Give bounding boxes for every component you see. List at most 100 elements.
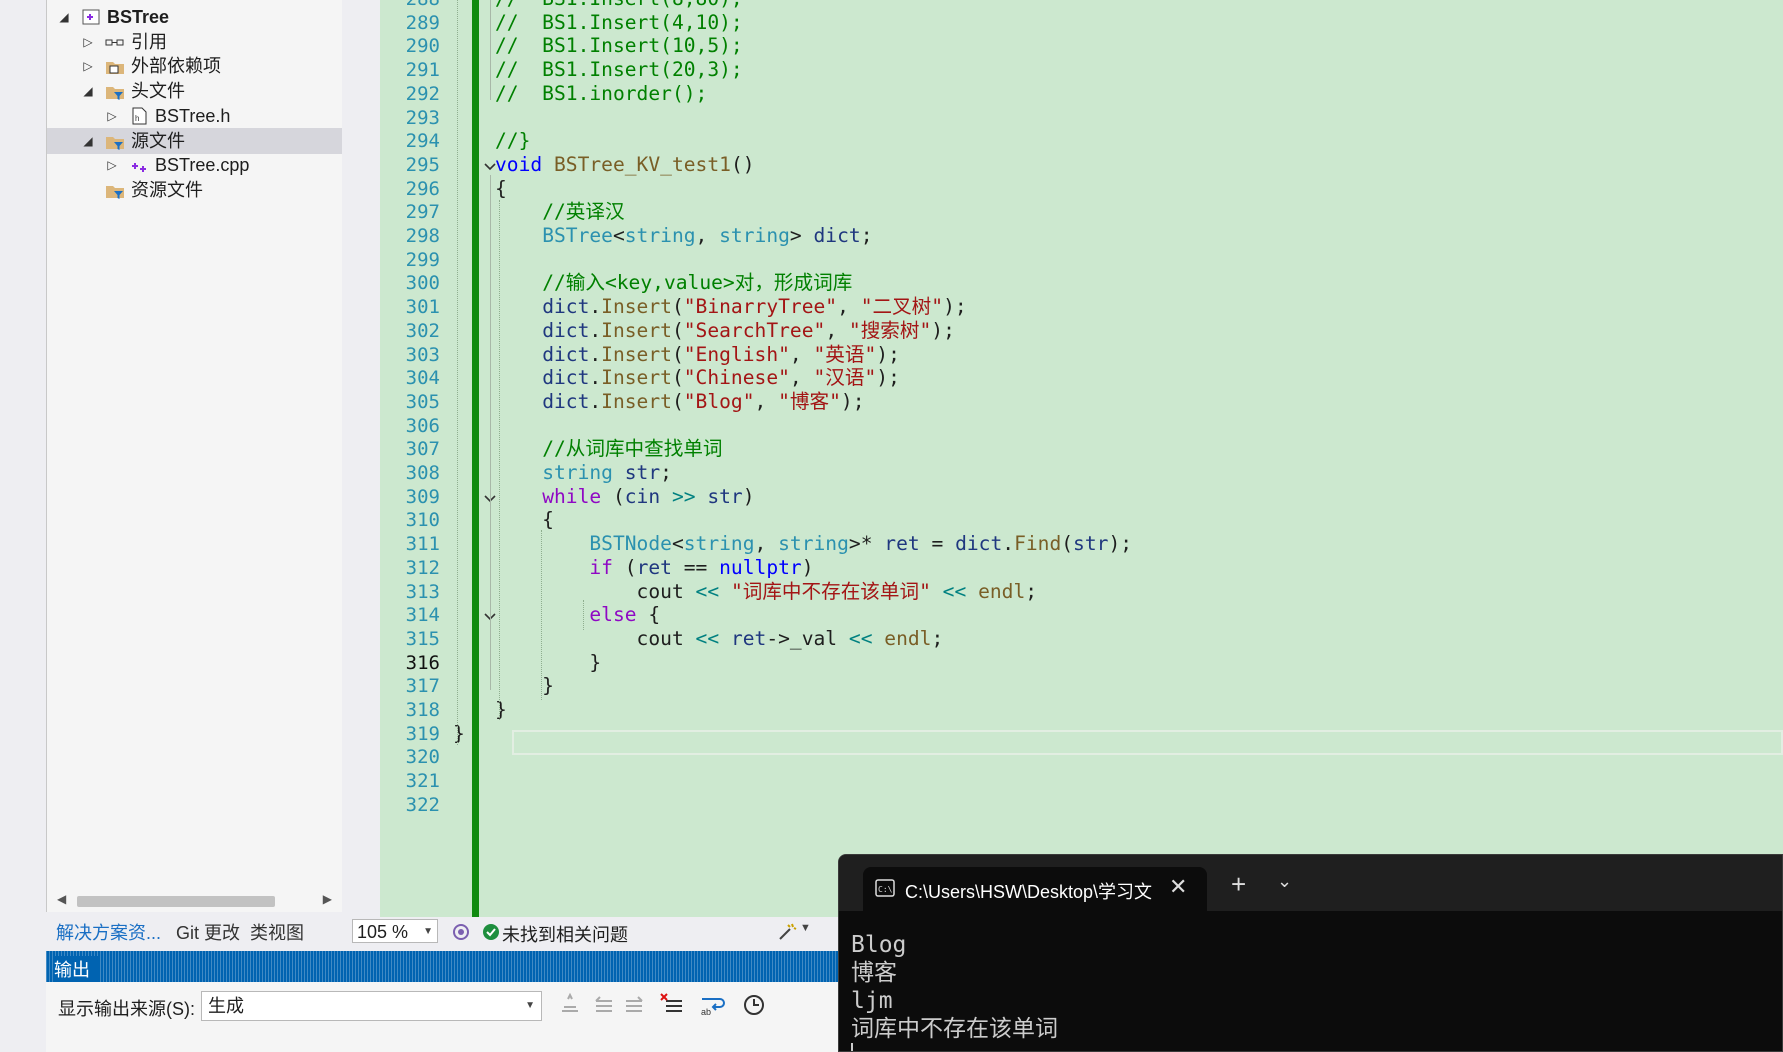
clear-all-icon[interactable] — [658, 991, 686, 1019]
code-token: nullptr — [719, 555, 802, 579]
code-editor[interactable]: 2882892902912922932942952962972982993003… — [380, 0, 1783, 917]
tree-item[interactable]: ▷ 引用 — [47, 29, 342, 55]
code-line[interactable]: } — [495, 697, 507, 723]
previous-message-icon[interactable] — [590, 991, 618, 1019]
clock-icon[interactable] — [740, 991, 768, 1019]
code-line[interactable]: //输入<key,value>对，形成词库 — [495, 270, 852, 296]
horizontal-scrollbar[interactable]: ◀ ▶ — [51, 892, 338, 908]
code-line[interactable]: } — [453, 721, 465, 747]
code-line[interactable]: void BSTree_KV_test1() — [495, 152, 755, 178]
code-token: } — [453, 721, 465, 745]
code-line[interactable]: // BS1.Insert(20,3); — [495, 57, 743, 83]
code-line[interactable]: BSTree<string, string> dict; — [495, 223, 872, 249]
code-token: "英语" — [813, 342, 877, 366]
code-token: BSTNode — [589, 532, 672, 556]
code-line[interactable]: dict.Insert("English", "英语"); — [495, 342, 900, 368]
code-token: == — [671, 555, 720, 579]
chevron-down-icon[interactable]: ▼ — [800, 922, 811, 934]
tree-item-label: BSTree.h — [155, 105, 231, 126]
collapsed-arrow-icon[interactable]: ▷ — [105, 103, 119, 129]
issues-status[interactable]: 未找到相关问题 — [502, 921, 628, 947]
code-line[interactable]: //从词库中查找单词 — [495, 436, 722, 462]
terminal-window[interactable]: C:\ C:\Users\HSW\Desktop\学习文 ✕ + ⌄ Blog 博… — [838, 854, 1783, 1052]
intellicode-icon[interactable] — [450, 921, 472, 943]
expanded-arrow-icon[interactable]: ◢ — [81, 78, 95, 104]
expanded-arrow-icon[interactable]: ◢ — [57, 4, 71, 30]
word-wrap-icon[interactable]: ab — [698, 991, 726, 1019]
code-line[interactable]: string str; — [495, 460, 672, 486]
tree-item[interactable]: ◢ 头文件 — [47, 78, 342, 104]
code-token: string — [719, 224, 790, 247]
filter-folder-icon — [106, 136, 124, 150]
code-line[interactable]: dict.Insert("Blog", "博客"); — [495, 389, 864, 415]
line-number: 316 — [405, 651, 440, 674]
collapse-region-icon[interactable] — [484, 161, 496, 173]
code-line[interactable]: { — [495, 176, 507, 202]
code-token: str — [624, 461, 661, 484]
tree-item[interactable]: ◢ BSTree — [47, 4, 342, 30]
editor-status-bar: 105 % ▼ 未找到相关问题 ▼ — [342, 917, 842, 946]
next-message-icon[interactable] — [620, 991, 648, 1019]
tree-item[interactable]: ▷ h BSTree.h — [47, 103, 342, 129]
tab-solution-explorer[interactable]: 解决方案资... — [56, 919, 161, 945]
tab-class-view[interactable]: 类视图 — [250, 919, 304, 945]
collapsed-arrow-icon[interactable]: ▷ — [81, 53, 95, 79]
code-token: ); — [931, 318, 955, 342]
solution-explorer-tabs: 解决方案资... Git 更改 类视图 — [46, 912, 341, 946]
line-number: 294 — [405, 130, 440, 153]
zoom-dropdown[interactable]: 105 % ▼ — [352, 919, 438, 943]
code-token: //} — [495, 129, 531, 153]
code-line[interactable]: // BS1.inorder(); — [495, 81, 707, 107]
terminal-output[interactable]: Blog 博客 ljm 词库中不存在该单词 — [851, 931, 1058, 1051]
code-line[interactable]: { — [495, 507, 554, 533]
line-number: 320 — [405, 746, 440, 769]
code-line[interactable]: cout << "词库中不存在该单词" << endl; — [495, 579, 1038, 605]
tree-item[interactable]: ◢ 源文件 — [47, 127, 342, 154]
code-line[interactable]: cout << ret->_val << endl; — [495, 626, 944, 652]
tab-git-changes[interactable]: Git 更改 — [176, 919, 240, 945]
code-line[interactable]: // BS1.Insert(10,5); — [495, 33, 743, 59]
code-line[interactable]: while (cin >> str) — [495, 484, 754, 510]
code-line[interactable]: if (ret == nullptr) — [495, 555, 813, 581]
code-token: Find — [1014, 532, 1062, 556]
collapsed-arrow-icon[interactable]: ▷ — [105, 152, 119, 178]
code-line[interactable]: } — [495, 650, 601, 676]
tree-item[interactable]: 资源文件 — [47, 177, 342, 203]
zoom-value: 105 % — [357, 922, 409, 942]
code-line[interactable]: dict.Insert("BinarryTree", "二叉树"); — [495, 294, 966, 320]
close-icon[interactable]: ✕ — [1169, 874, 1187, 900]
code-line[interactable]: } — [495, 673, 554, 699]
code-line[interactable]: dict.Insert("SearchTree", "搜索树"); — [495, 318, 955, 344]
code-token: << — [695, 626, 720, 650]
collapsed-arrow-icon[interactable]: ▷ — [81, 29, 95, 55]
tree-item[interactable]: ▷ 外部依赖项 — [47, 53, 342, 79]
tree-item[interactable]: ▷ BSTree.cpp — [47, 152, 342, 178]
code-line[interactable]: dict.Insert("Chinese", "汉语"); — [495, 365, 900, 391]
code-token: Insert — [601, 366, 672, 390]
terminal-tab[interactable]: C:\ C:\Users\HSW\Desktop\学习文 ✕ — [863, 867, 1207, 911]
code-token: . — [589, 389, 602, 413]
code-line[interactable]: //英译汉 — [495, 199, 624, 225]
code-line[interactable]: else { — [495, 602, 660, 628]
find-message-icon[interactable] — [556, 991, 584, 1019]
scroll-left-icon[interactable]: ◀ — [57, 892, 66, 906]
line-number: 304 — [405, 367, 440, 390]
svg-text:ab: ab — [701, 1007, 711, 1017]
output-source-select[interactable]: 生成 ▼ — [201, 991, 542, 1021]
chevron-down-icon[interactable]: ⌄ — [1277, 871, 1292, 892]
line-number: 322 — [405, 793, 440, 816]
new-tab-icon[interactable]: + — [1231, 869, 1246, 900]
code-line[interactable]: //} — [495, 128, 530, 154]
expanded-arrow-icon[interactable]: ◢ — [81, 128, 95, 154]
code-line[interactable]: BSTNode<string, string>* ret = dict.Find… — [495, 531, 1132, 557]
tree-item-label: 引用 — [131, 31, 167, 52]
line-number: 290 — [405, 35, 440, 58]
scrollbar-thumb[interactable] — [77, 896, 275, 907]
output-title-bar[interactable]: 输出 — [46, 951, 846, 982]
code-cleanup-icon[interactable] — [776, 921, 798, 943]
scroll-right-icon[interactable]: ▶ — [323, 892, 332, 906]
code-line[interactable]: // BS1.Insert(4,10); — [495, 10, 743, 36]
terminal-line: Blog — [851, 932, 907, 958]
